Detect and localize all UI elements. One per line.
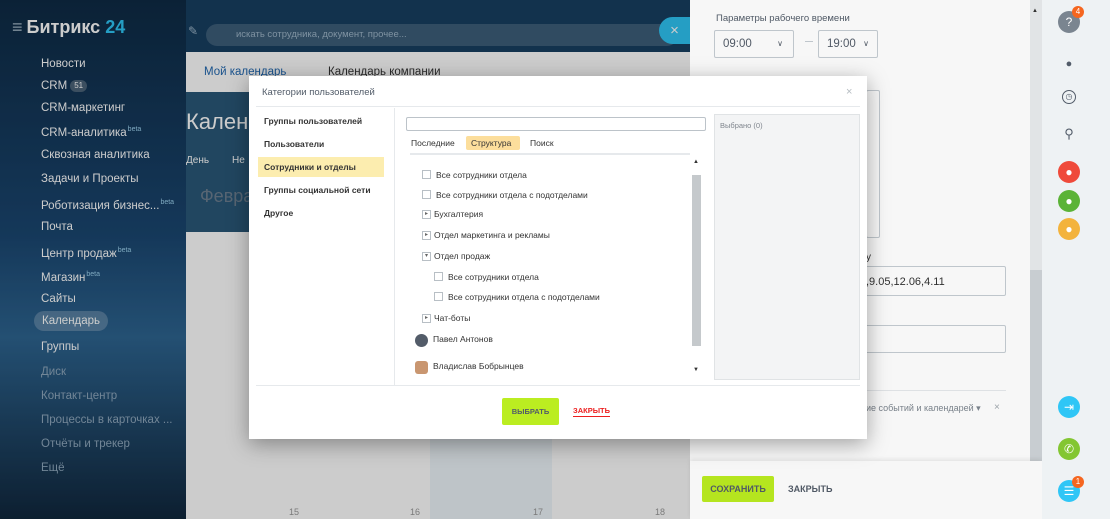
dialog-close-button[interactable]: ЗАКРЫТЬ: [573, 405, 611, 417]
category-employees-departments[interactable]: Сотрудники и отделы: [264, 162, 356, 172]
user-avatar-icon[interactable]: ●: [1058, 218, 1080, 240]
sub-tab-structure[interactable]: Структура: [471, 138, 511, 148]
choose-button[interactable]: ВЫБРАТЬ: [502, 398, 559, 425]
checkbox[interactable]: [422, 170, 431, 179]
sub-tab-search[interactable]: Поиск: [530, 138, 554, 148]
tree-item-chatbots[interactable]: Чат-боты: [434, 313, 470, 323]
user-photo-icon: [415, 361, 428, 374]
dialog-close-icon[interactable]: ×: [846, 86, 852, 98]
tree-item-sales-all[interactable]: Все сотрудники отдела: [448, 272, 539, 282]
help-badge: 4: [1072, 6, 1084, 18]
expand-icon[interactable]: ▸: [422, 314, 431, 323]
selected-count: Выбрано (0): [720, 121, 763, 130]
notifications-icon[interactable]: ●: [1058, 53, 1080, 75]
chat-badge: 1: [1072, 476, 1084, 488]
tree-item-sales[interactable]: Отдел продаж: [434, 251, 490, 261]
scroll-up-icon[interactable]: ▲: [693, 159, 699, 165]
expand-icon[interactable]: ▸: [422, 210, 431, 219]
user-avatar-icon[interactable]: ●: [1058, 161, 1080, 183]
divider: [256, 106, 860, 107]
checkbox[interactable]: [434, 272, 443, 281]
tree-item-user2[interactable]: Владислав Бобрынцев: [433, 361, 524, 371]
scroll-down-icon[interactable]: ▼: [693, 367, 699, 373]
collapse-icon[interactable]: ▾: [422, 252, 431, 261]
tree-item-sales-all-sub[interactable]: Все сотрудники отдела с подотделами: [448, 292, 600, 302]
tree-item-user1[interactable]: Павел Антонов: [433, 334, 493, 344]
checkbox[interactable]: [434, 292, 443, 301]
user-avatar-icon[interactable]: ●: [1058, 190, 1080, 212]
tree-scroll-thumb[interactable]: [692, 175, 701, 346]
checkbox[interactable]: [422, 190, 431, 199]
selected-panel: [714, 114, 860, 380]
category-social-groups[interactable]: Группы социальной сети: [264, 185, 371, 195]
tree-item-accounting[interactable]: Бухгалтерия: [434, 209, 483, 219]
category-other[interactable]: Другое: [264, 208, 293, 218]
sub-tab-recent[interactable]: Последние: [411, 138, 455, 148]
open-lines-icon[interactable]: ⇥: [1058, 396, 1080, 418]
timeman-icon[interactable]: ◷: [1062, 90, 1076, 104]
tree-item-all-dept[interactable]: Все сотрудники отдела: [436, 170, 527, 180]
phone-icon[interactable]: ✆: [1058, 438, 1080, 460]
dialog-search-input[interactable]: [406, 117, 706, 131]
tree-item-all-dept-sub[interactable]: Все сотрудники отдела с подотделами: [436, 190, 588, 200]
user-avatar-icon: [415, 334, 428, 347]
divider: [394, 108, 395, 386]
dialog-title: Категории пользователей: [262, 87, 375, 98]
tree-item-marketing[interactable]: Отдел маркетинга и рекламы: [434, 230, 550, 240]
divider: [410, 153, 690, 155]
category-user-groups[interactable]: Группы пользователей: [264, 116, 362, 126]
expand-icon[interactable]: ▸: [422, 231, 431, 240]
category-users[interactable]: Пользователи: [264, 139, 324, 149]
search-icon[interactable]: ⚲: [1058, 123, 1080, 145]
divider: [256, 385, 860, 386]
